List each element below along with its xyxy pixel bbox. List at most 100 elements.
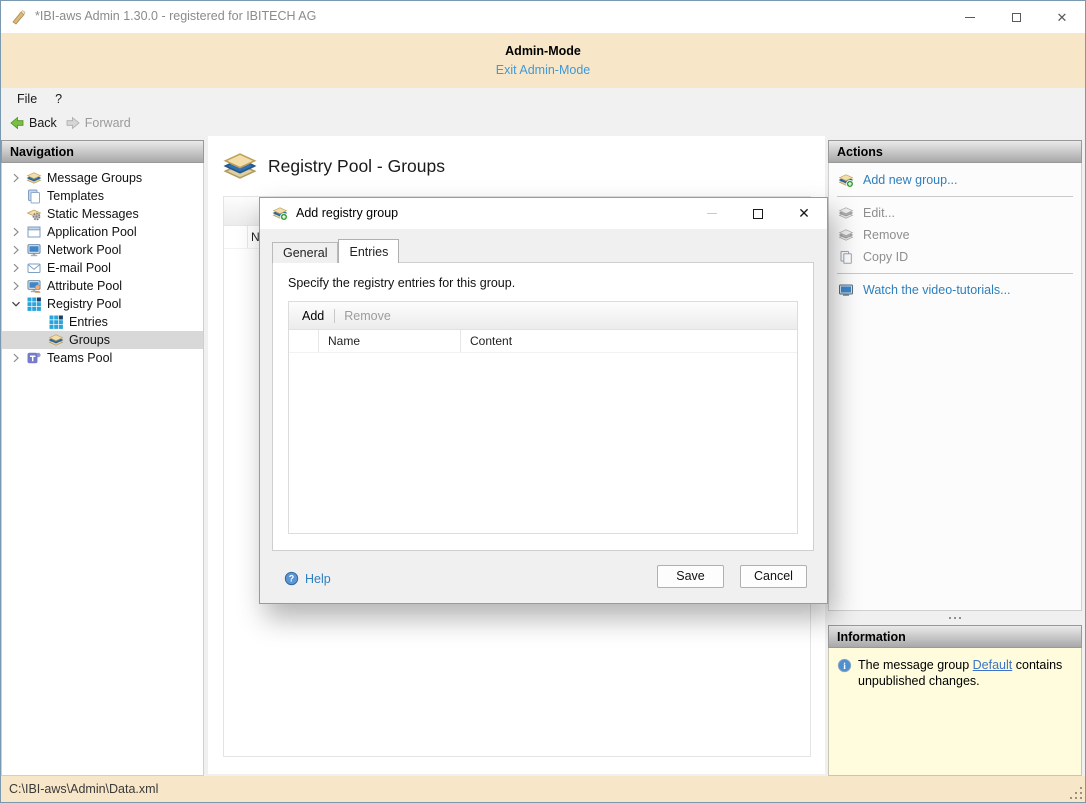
column-spacer: [224, 226, 248, 248]
help-link[interactable]: Help: [284, 571, 331, 586]
chevron-down-icon[interactable]: [8, 296, 24, 312]
chevron-spacer: [30, 332, 46, 348]
nav-toolbar: Back Forward: [1, 109, 1085, 136]
entries-tab-panel: Specify the registry entries for this gr…: [272, 262, 814, 551]
add-group-icon: [838, 172, 854, 188]
tv-icon: [838, 282, 854, 298]
dialog-maximize-button[interactable]: [735, 198, 781, 229]
page-title: Registry Pool - Groups: [268, 156, 445, 177]
nav-item-templates[interactable]: Templates: [2, 187, 203, 205]
action-label: Edit...: [863, 206, 895, 220]
help-icon: [284, 571, 299, 586]
dialog-close-button[interactable]: ✕: [781, 198, 827, 229]
nav-item-application-pool[interactable]: Application Pool: [2, 223, 203, 241]
information-panel: Information The message group Default co…: [828, 625, 1082, 776]
help-label: Help: [305, 572, 331, 586]
chevron-right-icon[interactable]: [8, 350, 24, 366]
maximize-icon: [1012, 13, 1021, 22]
nav-item-teams-pool[interactable]: Teams Pool: [2, 349, 203, 367]
maximize-button[interactable]: [993, 1, 1039, 33]
nav-item-label: E-mail Pool: [47, 261, 111, 275]
exit-admin-mode-link[interactable]: Exit Admin-Mode: [496, 63, 590, 77]
forward-arrow-icon: [65, 115, 81, 131]
message-gear-icon: [26, 206, 42, 222]
action-edit: Edit...: [829, 202, 1081, 224]
save-button[interactable]: Save: [657, 565, 724, 588]
menu-bar: File ?: [1, 88, 1085, 109]
information-body: The message group Default contains unpub…: [828, 648, 1082, 776]
dialog-tabs: GeneralEntries: [272, 239, 399, 263]
column-header-name[interactable]: Name: [319, 330, 461, 352]
back-button[interactable]: Back: [9, 115, 57, 131]
nav-item-label: Teams Pool: [47, 351, 112, 365]
action-label: Add new group...: [863, 173, 958, 187]
app-window: *IBI-aws Admin 1.30.0 - registered for I…: [0, 0, 1086, 803]
nav-item-label: Static Messages: [47, 207, 139, 221]
page-heading: Registry Pool - Groups: [222, 148, 445, 184]
registry-grid-icon: [48, 314, 64, 330]
panel-splitter-handle[interactable]: [828, 611, 1082, 625]
chevron-right-icon[interactable]: [8, 260, 24, 276]
splitter-dots-icon: [954, 617, 956, 619]
layers-icon: [222, 148, 258, 184]
nav-item-label: Message Groups: [47, 171, 142, 185]
actions-divider: [837, 273, 1073, 274]
close-icon: ✕: [798, 205, 810, 222]
admin-mode-label: Admin-Mode: [1, 33, 1085, 58]
chevron-right-icon[interactable]: [8, 278, 24, 294]
minimize-button[interactable]: [947, 1, 993, 33]
status-path: C:\IBI-aws\Admin\Data.xml: [9, 782, 158, 796]
close-button[interactable]: ✕: [1039, 1, 1085, 33]
info-icon: [837, 658, 852, 673]
nav-item-e-mail-pool[interactable]: E-mail Pool: [2, 259, 203, 277]
chevron-right-icon[interactable]: [8, 242, 24, 258]
nav-item-message-groups[interactable]: Message Groups: [2, 169, 203, 187]
actions-panel: Actions Add new group...Edit...RemoveCop…: [828, 140, 1082, 611]
menu-help[interactable]: ?: [46, 90, 71, 108]
remove-entry-button[interactable]: Remove: [344, 309, 391, 323]
layers-icon: [48, 332, 64, 348]
navigation-header: Navigation: [1, 140, 204, 163]
action-remove: Remove: [829, 224, 1081, 246]
default-group-link[interactable]: Default: [973, 658, 1013, 672]
entries-description: Specify the registry entries for this gr…: [288, 276, 515, 290]
templates-icon: [26, 188, 42, 204]
nav-item-registry-pool[interactable]: Registry Pool: [2, 295, 203, 313]
chevron-right-icon[interactable]: [8, 224, 24, 240]
action-add-new-group[interactable]: Add new group...: [829, 169, 1081, 191]
dialog-minimize-button: [689, 198, 735, 229]
entries-list: Add Remove NameContent: [288, 301, 798, 534]
window-title: *IBI-aws Admin 1.30.0 - registered for I…: [35, 9, 316, 23]
column-spacer: [289, 330, 319, 352]
chevron-right-icon[interactable]: [8, 170, 24, 186]
add-group-icon: [272, 205, 288, 221]
forward-button[interactable]: Forward: [65, 115, 131, 131]
tab-general[interactable]: General: [272, 242, 338, 263]
nav-item-attribute-pool[interactable]: Attribute Pool: [2, 277, 203, 295]
add-registry-group-dialog: Add registry group ✕ GeneralEntries Spec…: [259, 197, 828, 604]
dialog-title: Add registry group: [296, 206, 398, 220]
nav-item-label: Registry Pool: [47, 297, 121, 311]
column-header-content[interactable]: Content: [461, 330, 797, 352]
minimize-icon: [707, 213, 717, 214]
envelope-icon: [26, 260, 42, 276]
toolbar-separator: [334, 309, 335, 323]
tab-entries[interactable]: Entries: [338, 239, 399, 263]
admin-mode-banner: Admin-Mode Exit Admin-Mode: [1, 33, 1085, 88]
nav-item-network-pool[interactable]: Network Pool: [2, 241, 203, 259]
add-entry-button[interactable]: Add: [302, 309, 324, 323]
action-watch-the-video-tutorials[interactable]: Watch the video-tutorials...: [829, 279, 1081, 301]
resize-grip[interactable]: [1069, 786, 1082, 799]
cancel-button[interactable]: Cancel: [740, 565, 807, 588]
maximize-icon: [753, 209, 763, 219]
nav-item-entries[interactable]: Entries: [2, 313, 203, 331]
nav-item-groups[interactable]: Groups: [2, 331, 203, 349]
navigation-panel: Navigation Message Groups Templates Static…: [1, 140, 204, 776]
app-icon: [11, 9, 27, 25]
dialog-title-bar: Add registry group ✕: [260, 198, 827, 229]
action-label: Copy ID: [863, 250, 908, 264]
menu-file[interactable]: File: [8, 90, 46, 108]
info-text-before: The message group: [858, 658, 973, 672]
nav-item-static-messages[interactable]: Static Messages: [2, 205, 203, 223]
minimize-icon: [965, 17, 975, 18]
